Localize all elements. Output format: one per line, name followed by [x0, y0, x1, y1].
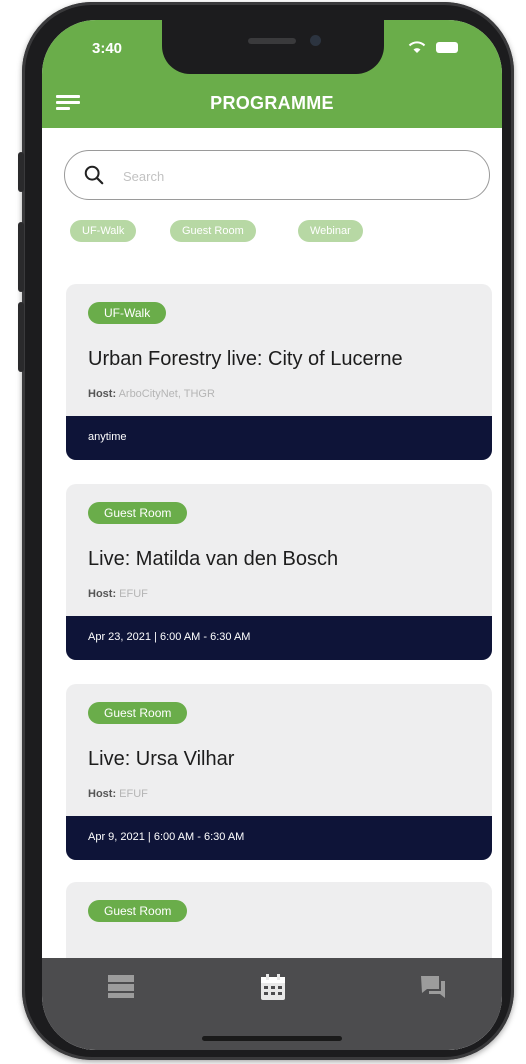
filter-chip-guest-room[interactable]: Guest Room [170, 220, 256, 242]
filter-chip-uf-walk[interactable]: UF-Walk [70, 220, 137, 242]
host-name: ArboCityNet, THGR [118, 388, 215, 400]
search-bar[interactable] [64, 150, 490, 200]
event-time-bar: Apr 9, 2021 | 6:00 AM - 6:30 AM [66, 816, 492, 860]
list-icon[interactable] [106, 972, 136, 1002]
filter-chip-webinar[interactable]: Webinar [298, 220, 363, 242]
event-time: Apr 9, 2021 | 6:00 AM - 6:30 AM [88, 831, 245, 843]
programme-card[interactable]: Guest Room Live: Matilda van den Bosch H… [66, 484, 492, 660]
event-type-badge: UF-Walk [88, 302, 167, 324]
event-host: Host: EFUF [88, 588, 148, 600]
notch [162, 20, 384, 74]
app-screen: 3:40 PROGRAMME UF-Walk Guest Room Webina… [42, 20, 502, 1050]
speaker-grille [248, 38, 296, 44]
search-icon [84, 165, 104, 185]
event-title: Urban Forestry live: City of Lucerne [88, 348, 403, 370]
host-label: Host: [88, 388, 117, 400]
search-input[interactable] [121, 162, 455, 190]
front-camera [310, 35, 321, 46]
event-host: Host: EFUF [88, 788, 148, 800]
menu-icon[interactable] [56, 92, 80, 116]
event-host: Host: ArboCityNet, THGR [88, 388, 215, 400]
volume-up-button [18, 222, 24, 292]
host-label: Host: [88, 588, 117, 600]
status-time: 3:40 [92, 40, 123, 57]
event-type-badge: Guest Room [88, 502, 188, 524]
host-name: EFUF [119, 588, 148, 600]
event-title: Live: Matilda van den Bosch [88, 548, 339, 570]
battery-icon [436, 42, 458, 53]
chat-icon[interactable] [418, 972, 448, 1002]
event-time: anytime [88, 431, 127, 443]
wifi-icon [408, 41, 426, 53]
event-time-bar: Apr 23, 2021 | 6:00 AM - 6:30 AM [66, 616, 492, 660]
event-type-badge: Guest Room [88, 702, 188, 724]
volume-down-button [18, 302, 24, 372]
app-header: PROGRAMME [42, 82, 502, 128]
bottom-tab-bar [42, 958, 502, 1050]
home-indicator [202, 1036, 342, 1041]
host-label: Host: [88, 788, 117, 800]
event-time: Apr 23, 2021 | 6:00 AM - 6:30 AM [88, 631, 251, 643]
page-title: PROGRAMME [210, 93, 334, 113]
programme-card[interactable]: UF-Walk Urban Forestry live: City of Luc… [66, 284, 492, 460]
host-name: EFUF [119, 788, 148, 800]
event-time-bar: anytime [66, 416, 492, 460]
calendar-icon[interactable] [258, 972, 288, 1002]
event-type-badge: Guest Room [88, 900, 188, 922]
mute-switch [18, 152, 24, 192]
programme-card[interactable]: Guest Room Live: Ursa Vilhar Host: EFUF … [66, 684, 492, 860]
event-title: Live: Ursa Vilhar [88, 748, 235, 770]
